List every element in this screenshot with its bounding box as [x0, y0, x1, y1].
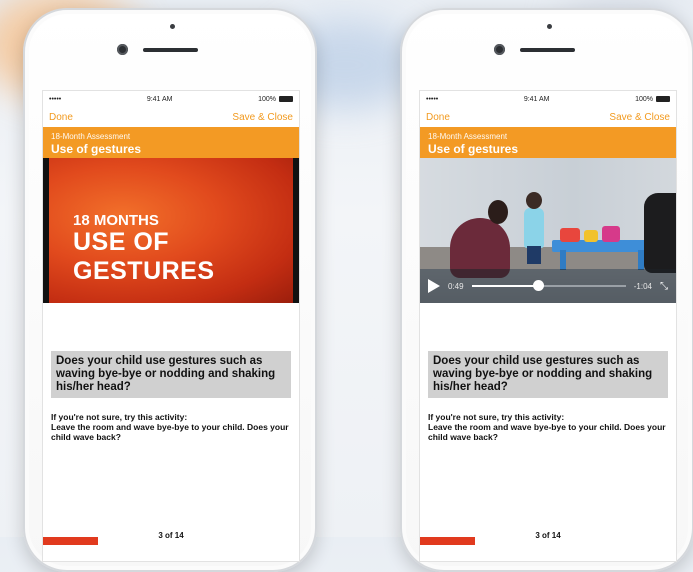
- media-area: 18 MONTHS USE OF GESTURES: [43, 158, 299, 303]
- battery-indicator: 100%: [635, 96, 670, 103]
- done-button[interactable]: Done: [49, 112, 73, 123]
- assessment-title: Use of gestures: [51, 142, 142, 156]
- phone-right: ••••• 9:41 AM 100% Done Save & Close 18-…: [400, 8, 693, 572]
- assessment-header: 18-Month Assessment Use of gestures: [420, 127, 676, 158]
- assessment-subtitle: 18-Month Assessment: [51, 132, 131, 141]
- activity-hint: If you're not sure, try this activity: L…: [51, 412, 291, 442]
- adult-figure: [644, 193, 676, 273]
- save-close-button[interactable]: Save & Close: [232, 112, 293, 123]
- progress-label: 3 of 14: [535, 531, 561, 540]
- play-icon[interactable]: [428, 279, 440, 293]
- question-text: Does your child use gestures such as wav…: [51, 351, 291, 398]
- banner-line1: 18 MONTHS: [73, 212, 159, 229]
- elapsed-time: 0:49: [448, 281, 464, 291]
- assessment-title: Use of gestures: [428, 142, 519, 156]
- phone-screen: ••••• 9:41 AM 100% Done Save & Close 18-…: [419, 90, 677, 562]
- camera-icon: [117, 44, 128, 55]
- progress-indicator: 3 of 14: [420, 531, 676, 545]
- remaining-time: -1:04: [633, 281, 652, 291]
- status-time: 9:41 AM: [523, 95, 550, 103]
- assessment-header: 18-Month Assessment Use of gestures: [43, 127, 299, 158]
- progress-label: 3 of 14: [158, 531, 184, 540]
- status-bar: ••••• 9:41 AM 100%: [420, 91, 676, 107]
- video-controls: 0:49 -1:04 ⤡: [420, 269, 676, 303]
- progress-indicator: 3 of 14: [43, 531, 299, 545]
- assessment-subtitle: 18-Month Assessment: [428, 132, 508, 141]
- video-player[interactable]: 0:49 -1:04 ⤡: [420, 158, 676, 303]
- speaker-grill: [143, 48, 198, 52]
- hint-body: Leave the room and wave bye-bye to your …: [51, 422, 289, 442]
- status-bar: ••••• 9:41 AM 100%: [43, 91, 299, 107]
- speaker-grill: [520, 48, 575, 52]
- signal-indicator: •••••: [49, 95, 62, 103]
- done-button[interactable]: Done: [426, 112, 450, 123]
- save-close-button[interactable]: Save & Close: [609, 112, 670, 123]
- status-time: 9:41 AM: [146, 95, 173, 103]
- signal-indicator: •••••: [426, 95, 439, 103]
- sensor-dot: [547, 24, 552, 29]
- scrubber-track[interactable]: [471, 280, 626, 291]
- nav-bar: Done Save & Close: [43, 107, 299, 127]
- hint-title: If you're not sure, try this activity:: [428, 412, 565, 422]
- battery-indicator: 100%: [258, 96, 293, 103]
- phone-screen: ••••• 9:41 AM 100% Done Save & Close 18-…: [42, 90, 300, 562]
- banner-line2: USE OF GESTURES: [73, 228, 215, 285]
- phone-left: ••••• 9:41 AM 100% Done Save & Close 18-…: [23, 8, 317, 572]
- activity-hint: If you're not sure, try this activity: L…: [428, 412, 668, 442]
- fullscreen-icon[interactable]: ⤡: [660, 281, 668, 292]
- nav-bar: Done Save & Close: [420, 107, 676, 127]
- hint-body: Leave the room and wave bye-bye to your …: [428, 422, 666, 442]
- scrubber-fill: [471, 285, 538, 287]
- battery-icon: [655, 95, 670, 102]
- camera-icon: [494, 44, 505, 55]
- question-text: Does your child use gestures such as wav…: [428, 351, 668, 398]
- scrubber-knob[interactable]: [532, 280, 544, 291]
- title-banner: 18 MONTHS USE OF GESTURES: [49, 158, 293, 303]
- sensor-dot: [170, 24, 175, 29]
- hint-title: If you're not sure, try this activity:: [51, 412, 188, 422]
- battery-icon: [278, 95, 293, 102]
- child-figure: [524, 192, 544, 264]
